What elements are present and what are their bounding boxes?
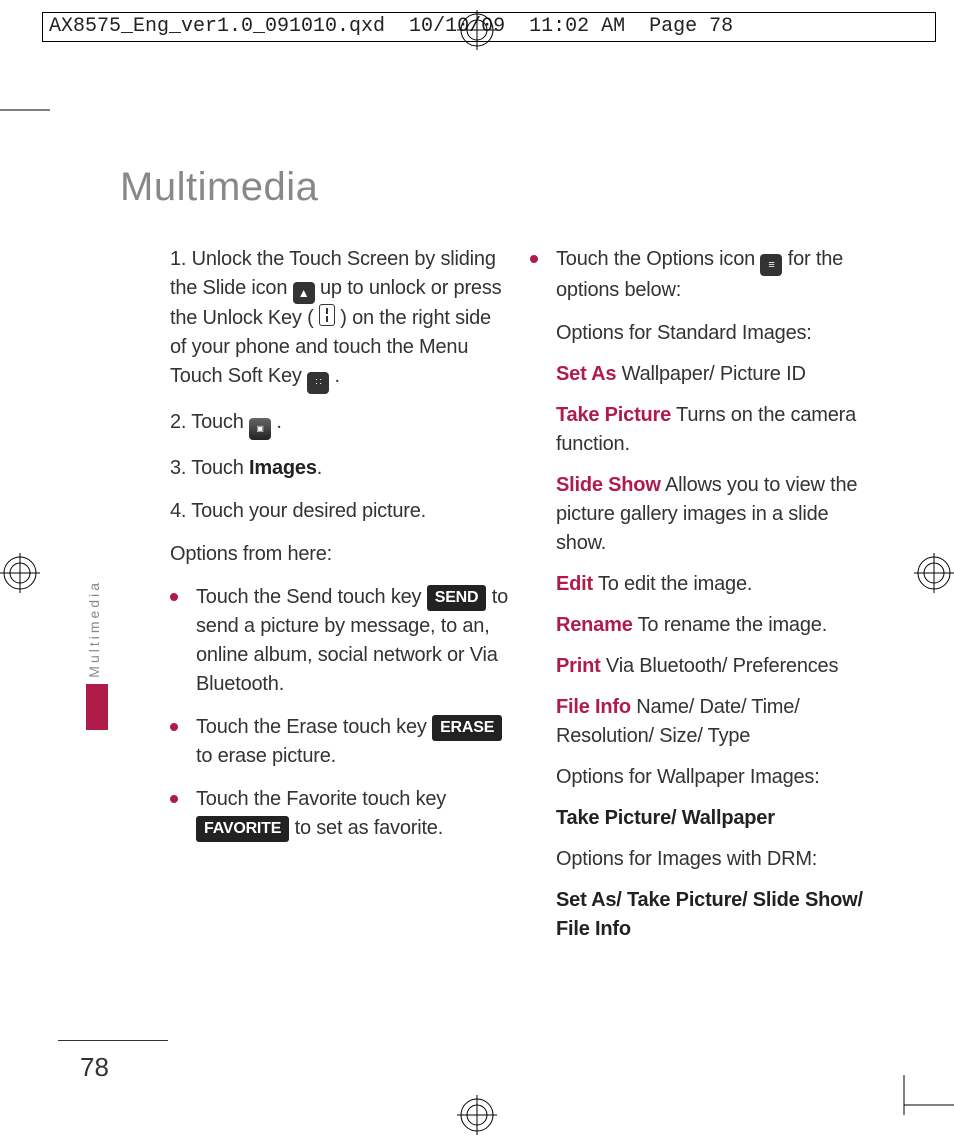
text: To edit the image. (593, 573, 752, 595)
favorite-touch-key: FAVORITE (196, 816, 289, 842)
text: To rename the image. (633, 614, 827, 636)
crop-mark-icon (0, 100, 60, 160)
text: 2. Touch (170, 411, 249, 433)
set-as-option: Set As Wallpaper/ Picture ID (530, 360, 870, 389)
text: . (276, 411, 281, 433)
bullet-icon (170, 795, 178, 803)
text: . (317, 457, 322, 479)
option-label: Take Picture/ Wallpaper (556, 807, 775, 829)
file-info-option: File Info Name/ Date/ Time/ Resolution/ … (530, 693, 870, 751)
registration-mark-icon (0, 553, 40, 593)
slide-show-option: Slide Show Allows you to view the pictur… (530, 471, 870, 558)
slide-up-icon: ▲ (293, 282, 315, 304)
text: Wallpaper/ Picture ID (616, 363, 805, 385)
right-column: Touch the Options icon ≡ for the options… (530, 245, 870, 956)
rename-option: Rename To rename the image. (530, 611, 870, 640)
option-favorite: Touch the Favorite touch key FAVORITE to… (170, 785, 510, 843)
option-label: File Info (556, 696, 631, 718)
step-1: 1. Unlock the Touch Screen by sliding th… (170, 245, 510, 394)
wallpaper-options: Take Picture/ Wallpaper (530, 804, 870, 833)
edit-option: Edit To edit the image. (530, 570, 870, 599)
erase-touch-key: ERASE (432, 715, 502, 741)
option-label: Print (556, 655, 601, 677)
step-2: 2. Touch ▣ . (170, 408, 510, 440)
text: 3. Touch (170, 457, 249, 479)
standard-images-header: Options for Standard Images: (530, 319, 870, 348)
bullet-icon (170, 593, 178, 601)
footer-rule (58, 1040, 168, 1041)
text: Touch the Favorite touch key (196, 788, 446, 810)
take-picture-option: Take Picture Turns on the camera functio… (530, 401, 870, 459)
step-3: 3. Touch Images. (170, 454, 510, 483)
text: to set as favorite. (295, 817, 444, 839)
menu-grid-icon: ∷ (307, 372, 329, 394)
multimedia-app-icon: ▣ (249, 418, 271, 440)
options-list-icon: ≡ (760, 254, 782, 276)
crop-mark-icon (894, 1055, 954, 1115)
bullet-icon (530, 255, 538, 263)
option-send: Touch the Send touch key SEND to send a … (170, 583, 510, 699)
options-header: Options from here: (170, 540, 510, 569)
step-4: 4. Touch your desired picture. (170, 497, 510, 526)
option-label: Set As/ Take Picture/ Slide Show/ File I… (556, 889, 863, 940)
option-label: Set As (556, 363, 616, 385)
text: to erase picture. (196, 745, 336, 767)
bullet-icon (170, 723, 178, 731)
page-title: Multimedia (120, 165, 318, 210)
text: Touch the Erase touch key (196, 716, 432, 738)
option-erase: Touch the Erase touch key ERASE to erase… (170, 713, 510, 771)
text: Touch the Options icon (556, 248, 760, 270)
text: Via Bluetooth/ Preferences (601, 655, 839, 677)
wallpaper-images-header: Options for Wallpaper Images: (530, 763, 870, 792)
registration-mark-icon (457, 1095, 497, 1135)
option-label: Slide Show (556, 474, 661, 496)
option-label: Edit (556, 573, 593, 595)
text: Touch the Send touch key (196, 586, 427, 608)
drm-images-header: Options for Images with DRM: (530, 845, 870, 874)
registration-mark-icon (914, 553, 954, 593)
registration-mark-icon (457, 10, 497, 50)
drm-options: Set As/ Take Picture/ Slide Show/ File I… (530, 886, 870, 944)
section-tab-label: Multimedia (86, 580, 102, 678)
unlock-key-icon (319, 304, 335, 326)
section-tab: Multimedia (86, 580, 108, 730)
option-options-menu: Touch the Options icon ≡ for the options… (530, 245, 870, 305)
text: . (334, 365, 339, 387)
send-touch-key: SEND (427, 585, 487, 611)
print-option: Print Via Bluetooth/ Preferences (530, 652, 870, 681)
section-tab-marker (86, 684, 108, 730)
left-column: 1. Unlock the Touch Screen by sliding th… (170, 245, 510, 857)
page-number: 78 (80, 1052, 109, 1083)
menu-item-images: Images (249, 457, 317, 479)
option-label: Rename (556, 614, 633, 636)
option-label: Take Picture (556, 404, 671, 426)
